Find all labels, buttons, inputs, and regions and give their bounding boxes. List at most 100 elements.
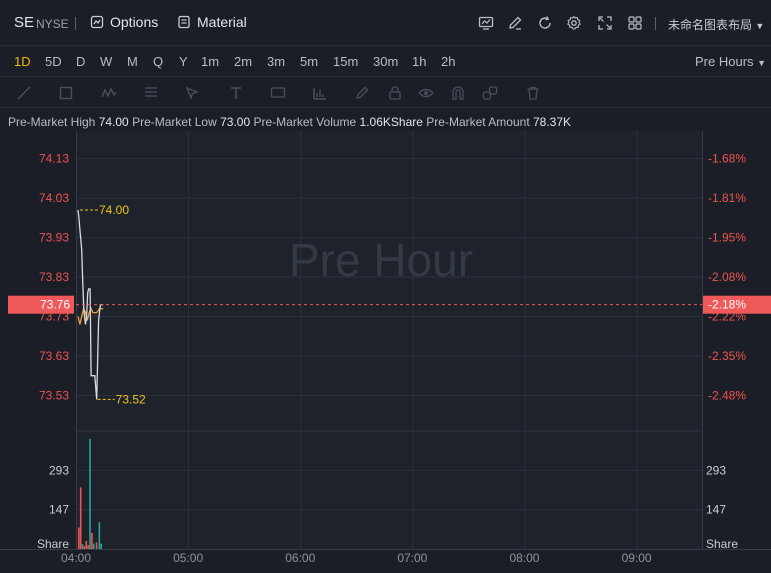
current-price-label: 73.76 bbox=[40, 298, 70, 312]
magnet-icon[interactable] bbox=[450, 85, 466, 101]
period-15m[interactable]: 15m bbox=[333, 54, 358, 69]
high-marker-label: 74.00 bbox=[99, 203, 129, 217]
time-tick-label: 06:00 bbox=[285, 551, 315, 565]
period-2m[interactable]: 2m bbox=[234, 54, 252, 69]
price-chart[interactable]: Pre Hour 74.13 -1.68% 74.03 -1.81% 73.93 -1.95… bbox=[0, 131, 771, 573]
price-tick-label: 74.03 bbox=[39, 191, 69, 205]
exchange-label: NYSE bbox=[36, 17, 69, 31]
volume-bar bbox=[81, 544, 84, 549]
chart-canvas[interactable]: Pre Hour 74.13 -1.68% 74.03 -1.81% 73.93 -1.95… bbox=[0, 131, 771, 573]
volume-label: Pre-Market Volume bbox=[253, 115, 357, 129]
high-value: 74.00 bbox=[98, 115, 129, 129]
volume-bar bbox=[98, 522, 101, 549]
percent-tick-label: -2.08% bbox=[708, 270, 746, 284]
period-2h[interactable]: 2h bbox=[441, 54, 455, 69]
wave-icon[interactable] bbox=[101, 85, 117, 101]
low-value: 73.00 bbox=[220, 115, 251, 129]
watermark-text: Pre Hour bbox=[289, 234, 473, 286]
refresh-icon[interactable] bbox=[537, 15, 553, 31]
fullscreen-icon[interactable] bbox=[597, 15, 613, 31]
material-button[interactable]: Material bbox=[177, 14, 247, 30]
volume-tick-label: 147 bbox=[49, 503, 69, 517]
period-5d[interactable]: 5D bbox=[45, 54, 62, 69]
trash-icon[interactable] bbox=[525, 85, 541, 101]
volume-bar bbox=[91, 532, 93, 549]
document-icon bbox=[178, 15, 190, 29]
volume-unit-label: Share bbox=[706, 537, 738, 551]
low-marker-label: 73.52 bbox=[116, 392, 146, 406]
time-tick-label: 07:00 bbox=[397, 551, 427, 565]
material-label: Material bbox=[197, 14, 247, 30]
period-5m[interactable]: 5m bbox=[300, 54, 318, 69]
period-1h[interactable]: 1h bbox=[412, 54, 426, 69]
volume-unit-label: Share bbox=[37, 537, 69, 551]
comment-icon[interactable] bbox=[270, 85, 286, 101]
percent-tick-label: -2.35% bbox=[708, 349, 746, 363]
rectangle-icon[interactable] bbox=[58, 85, 74, 101]
top-toolbar: SE NYSE Options Material 未命名图表布局 ▼ bbox=[0, 0, 771, 46]
period-d[interactable]: D bbox=[76, 54, 85, 69]
caret-down-icon: ▼ bbox=[757, 58, 767, 68]
price-tick-label: 73.63 bbox=[39, 349, 69, 363]
volume-tick-label: 293 bbox=[49, 463, 69, 477]
measure-icon[interactable] bbox=[312, 85, 328, 101]
volume-bar bbox=[100, 543, 103, 549]
text-tool-icon[interactable] bbox=[228, 85, 244, 101]
volume-bar bbox=[78, 527, 80, 549]
time-tick-label: 04:00 bbox=[61, 551, 91, 565]
fibonacci-icon[interactable] bbox=[143, 85, 159, 101]
current-percent-label: -2.18% bbox=[708, 298, 746, 312]
options-button[interactable]: Options bbox=[90, 14, 158, 30]
period-3m[interactable]: 3m bbox=[267, 54, 285, 69]
volume-bar bbox=[92, 543, 95, 549]
edit-icon[interactable] bbox=[507, 15, 523, 31]
percent-tick-label: -2.48% bbox=[708, 388, 746, 402]
premarket-stats: Pre-Market High 74.00 Pre-Market Low 73.… bbox=[8, 115, 571, 129]
percent-tick-label: -1.95% bbox=[708, 231, 746, 245]
period-30m[interactable]: 30m bbox=[373, 54, 398, 69]
session-dropdown[interactable]: Pre Hours ▼ bbox=[695, 54, 766, 69]
session-label: Pre Hours bbox=[695, 54, 754, 69]
price-tick-label: 73.93 bbox=[39, 231, 69, 245]
chart-icon[interactable] bbox=[478, 15, 494, 31]
grid-icon[interactable] bbox=[627, 15, 643, 31]
eye-icon[interactable] bbox=[418, 85, 434, 101]
period-q[interactable]: Q bbox=[153, 54, 163, 69]
trendline-icon[interactable] bbox=[16, 85, 32, 101]
period-1m[interactable]: 1m bbox=[201, 54, 219, 69]
period-m[interactable]: M bbox=[127, 54, 138, 69]
volume-value: 1.06KShare bbox=[359, 115, 423, 129]
options-label: Options bbox=[110, 14, 159, 30]
time-tick-label: 09:00 bbox=[622, 551, 652, 565]
gear-icon[interactable] bbox=[566, 15, 582, 31]
low-label: Pre-Market Low bbox=[132, 115, 217, 129]
period-bar: 1D 5D D W M Q Y 1m 2m 3m 5m 15m 30m 1h 2… bbox=[0, 46, 771, 76]
amount-value: 78.37K bbox=[533, 115, 572, 129]
symbol-label[interactable]: SE bbox=[14, 14, 34, 31]
high-label: Pre-Market High bbox=[8, 115, 96, 129]
divider bbox=[75, 17, 76, 30]
amount-label: Pre-Market Amount bbox=[426, 115, 530, 129]
volume-bar bbox=[83, 546, 86, 549]
lock-icon[interactable] bbox=[387, 85, 403, 101]
plot-area bbox=[76, 131, 702, 549]
pencil-icon[interactable] bbox=[354, 85, 370, 101]
link-icon[interactable] bbox=[482, 85, 498, 101]
percent-tick-label: -1.68% bbox=[708, 152, 746, 166]
volume-bar bbox=[87, 544, 89, 549]
price-tick-label: 73.83 bbox=[39, 270, 69, 284]
time-tick-label: 08:00 bbox=[509, 551, 539, 565]
cursor-icon[interactable] bbox=[184, 85, 200, 101]
layout-name-dropdown[interactable]: 未命名图表布局 ▼ bbox=[668, 16, 764, 33]
volume-tick-label: 293 bbox=[706, 463, 726, 477]
time-tick-label: 05:00 bbox=[173, 551, 203, 565]
volume-bar bbox=[95, 542, 98, 549]
period-w[interactable]: W bbox=[100, 54, 112, 69]
percent-tick-label: -1.81% bbox=[708, 191, 746, 205]
layout-name-label: 未命名图表布局 bbox=[668, 18, 753, 32]
price-tick-label: 73.53 bbox=[39, 388, 69, 402]
caret-down-icon: ▼ bbox=[755, 21, 765, 31]
period-y[interactable]: Y bbox=[179, 54, 188, 69]
divider bbox=[655, 17, 656, 30]
period-1d[interactable]: 1D bbox=[14, 54, 31, 69]
